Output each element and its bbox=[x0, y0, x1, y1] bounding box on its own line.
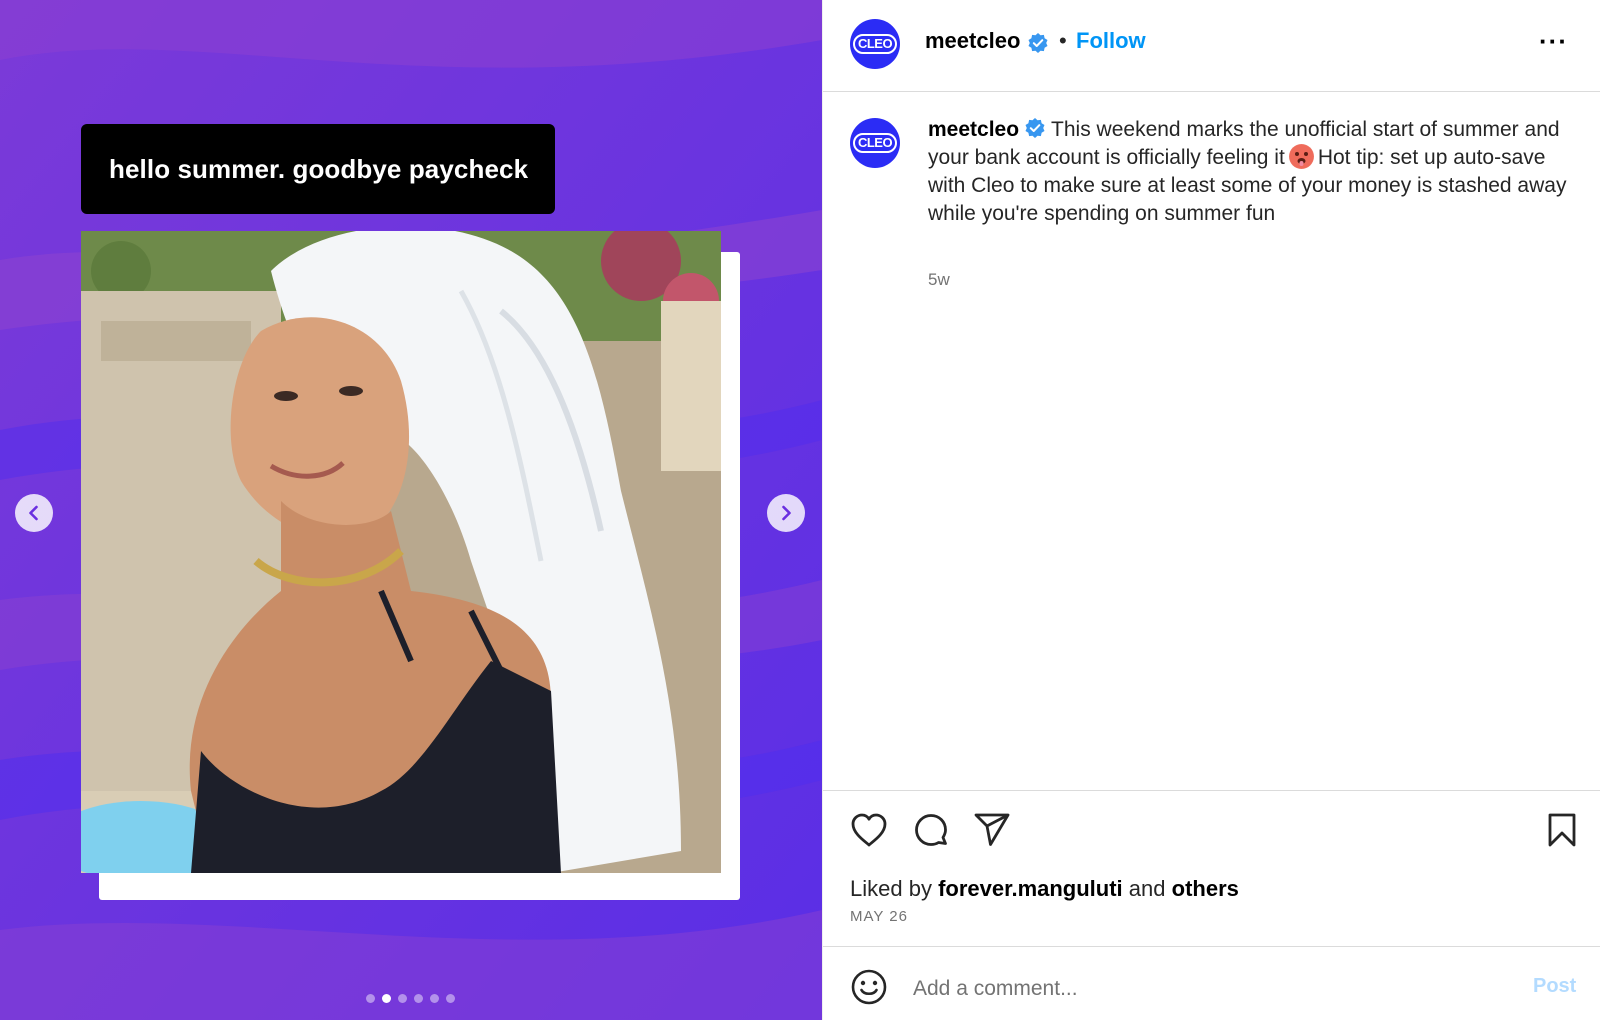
chevron-left-icon bbox=[29, 505, 38, 521]
previous-slide-button[interactable] bbox=[15, 494, 53, 532]
avatar[interactable]: CLEO bbox=[850, 118, 900, 168]
post-details-pane: CLEO meetcleo • Follow ··· CLEO meetcleo… bbox=[822, 0, 1600, 1020]
separator-dot: • bbox=[1059, 28, 1067, 53]
post-header: CLEO meetcleo • Follow ··· bbox=[823, 0, 1600, 92]
carousel-indicator bbox=[366, 994, 455, 1003]
bookmark-icon[interactable] bbox=[1546, 812, 1578, 848]
post-timestamp[interactable]: 5w bbox=[928, 270, 950, 290]
slide-photo bbox=[81, 231, 721, 873]
caption-text: meetcleo This weekend marks the unoffici… bbox=[928, 116, 1568, 228]
cleo-logo: CLEO bbox=[852, 34, 898, 54]
share-icon[interactable] bbox=[973, 812, 1011, 848]
slide-caption: hello summer. goodbye paycheck bbox=[81, 124, 555, 214]
likes-prefix: Liked by bbox=[850, 876, 932, 901]
carousel-dot bbox=[430, 994, 439, 1003]
emoji-picker-icon[interactable] bbox=[850, 968, 888, 1006]
likes-others-link[interactable]: others bbox=[1172, 876, 1239, 901]
divider bbox=[823, 790, 1600, 791]
divider bbox=[823, 946, 1600, 947]
cleo-logo: CLEO bbox=[852, 133, 898, 153]
likes-summary: Liked by forever.manguluti and others bbox=[850, 876, 1239, 902]
post-media: hello summer. goodbye paycheck bbox=[0, 0, 822, 1020]
carousel-dot bbox=[446, 994, 455, 1003]
likes-connector: and bbox=[1128, 876, 1166, 901]
hot-face-emoji bbox=[1288, 144, 1314, 169]
caption-username[interactable]: meetcleo bbox=[928, 118, 1019, 141]
post-date: MAY 26 bbox=[850, 908, 908, 925]
post-comment-button[interactable]: Post bbox=[1533, 975, 1576, 998]
next-slide-button[interactable] bbox=[767, 494, 805, 532]
comment-icon[interactable] bbox=[912, 812, 950, 850]
liker-username[interactable]: forever.manguluti bbox=[938, 876, 1123, 901]
carousel-dot bbox=[366, 994, 375, 1003]
carousel-dot bbox=[414, 994, 423, 1003]
avatar[interactable]: CLEO bbox=[850, 19, 900, 69]
woman-with-towel-illustration bbox=[81, 231, 721, 873]
verified-badge-icon bbox=[1028, 33, 1048, 53]
header-username[interactable]: meetcleo bbox=[925, 28, 1020, 54]
heart-icon[interactable] bbox=[850, 812, 888, 848]
comment-input[interactable] bbox=[911, 972, 1475, 1006]
verified-badge-icon bbox=[1025, 118, 1045, 138]
more-options-button[interactable]: ··· bbox=[1539, 26, 1568, 57]
carousel-dot bbox=[382, 994, 391, 1003]
follow-button[interactable]: Follow bbox=[1076, 28, 1146, 54]
carousel-dot bbox=[398, 994, 407, 1003]
chevron-right-icon bbox=[782, 505, 791, 521]
